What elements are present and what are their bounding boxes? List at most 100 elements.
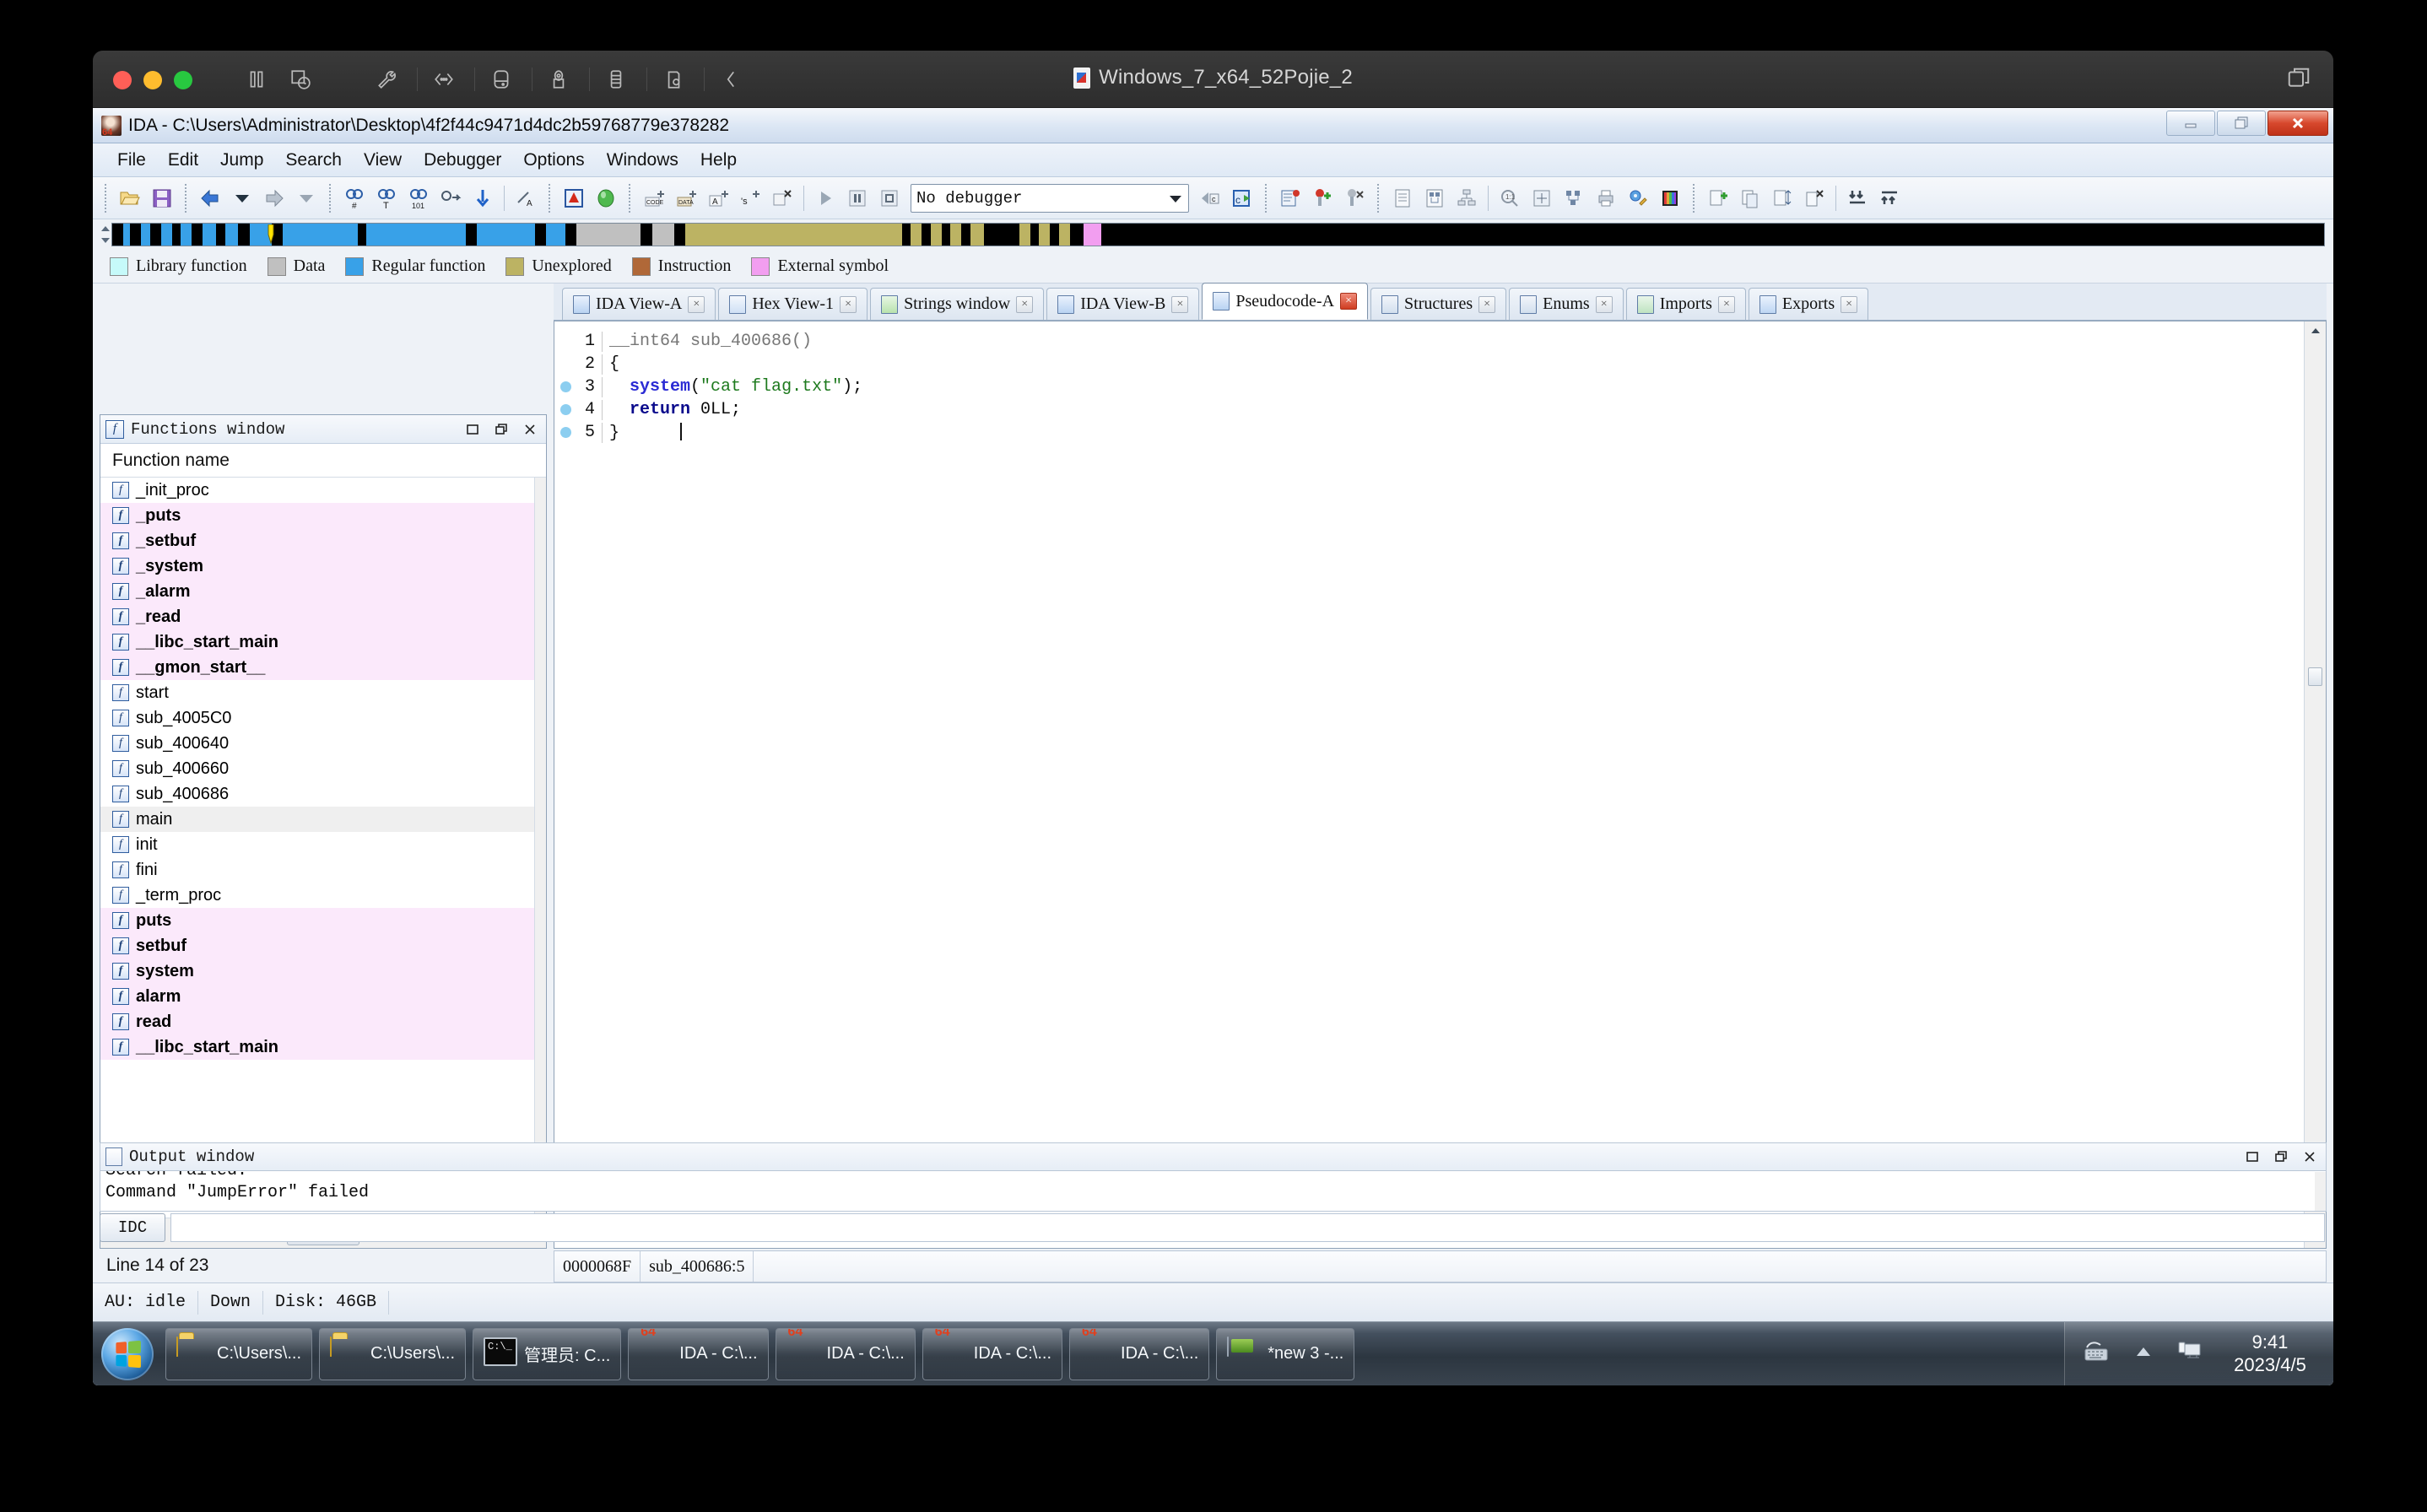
- new-segment-icon[interactable]: [1704, 184, 1732, 213]
- debugger-select[interactable]: No debugger: [911, 183, 1189, 213]
- decompile-run-icon[interactable]: c: [1228, 184, 1257, 213]
- delete-segment-icon[interactable]: [1800, 184, 1829, 213]
- tab-imports[interactable]: Imports ×: [1625, 288, 1746, 320]
- make-code-icon[interactable]: CODE: [640, 184, 668, 213]
- tab-ida-view-a[interactable]: IDA View-A ×: [562, 288, 716, 320]
- function-list-item[interactable]: f _term_proc: [100, 883, 534, 908]
- pseudocode-vertical-scrollbar[interactable]: [2304, 321, 2326, 1248]
- make-ascii-icon[interactable]: A: [704, 184, 732, 213]
- function-list-item[interactable]: f sub_400660: [100, 756, 534, 781]
- remove-breakpoint-icon[interactable]: [1340, 184, 1369, 213]
- warning-icon[interactable]: [559, 184, 588, 213]
- tab-close-icon[interactable]: ×: [1171, 295, 1189, 313]
- close-panel-button[interactable]: [519, 419, 541, 440]
- colors-icon[interactable]: [1656, 184, 1684, 213]
- navigation-band[interactable]: [111, 223, 2325, 246]
- back-dropdown-icon[interactable]: [228, 184, 257, 213]
- fit-window-icon[interactable]: [1527, 184, 1556, 213]
- tab-hex-view-1[interactable]: Hex View-1 ×: [718, 288, 868, 320]
- undefine-icon[interactable]: A: [511, 184, 540, 213]
- function-list-item[interactable]: f __gmon_start__: [100, 655, 534, 680]
- breakpoint-marker-icon[interactable]: [554, 404, 576, 415]
- print-icon[interactable]: [1592, 184, 1620, 213]
- undefine-x-icon[interactable]: [768, 184, 797, 213]
- graph-view-icon[interactable]: [1420, 184, 1449, 213]
- pseudocode-text[interactable]: 1 __int64 sub_400686() 2{3 system("cat fla…: [554, 321, 2304, 1248]
- tab-structures[interactable]: Structures ×: [1370, 288, 1507, 320]
- function-list-item[interactable]: f system: [100, 958, 534, 984]
- clock[interactable]: 9:41 2023/4/5: [2220, 1331, 2320, 1377]
- stop-debugger-icon[interactable]: [875, 184, 904, 213]
- save-icon[interactable]: [148, 184, 176, 213]
- idc-command-input[interactable]: [170, 1213, 2325, 1242]
- function-list-item[interactable]: f read: [100, 1009, 534, 1034]
- expand-all-icon[interactable]: [1875, 184, 1904, 213]
- decompile-c-icon[interactable]: c: [1196, 184, 1224, 213]
- function-list-item[interactable]: f _alarm: [100, 579, 534, 604]
- collapse-all-icon[interactable]: [1843, 184, 1872, 213]
- restore-button[interactable]: [2217, 111, 2266, 136]
- toolbar-grip[interactable]: [1262, 183, 1270, 213]
- add-breakpoint-icon[interactable]: [1308, 184, 1337, 213]
- make-struct-icon[interactable]: 's: [736, 184, 765, 213]
- output-vertical-scrollbar[interactable]: [2315, 1172, 2326, 1211]
- tab-exports[interactable]: Exports ×: [1748, 288, 1869, 320]
- taskbar-task[interactable]: IDA - C:\...: [775, 1327, 916, 1380]
- tab-pseudocode-a[interactable]: Pseudocode-A ×: [1202, 283, 1369, 320]
- network-monitor-icon[interactable]: [2175, 1339, 2203, 1369]
- toolbar-grip[interactable]: [182, 183, 190, 213]
- function-list-item[interactable]: f puts: [100, 908, 534, 933]
- float-panel-button[interactable]: [2270, 1147, 2292, 1167]
- start-button[interactable]: [96, 1326, 159, 1383]
- navband-scroll-arrows[interactable]: [100, 223, 111, 246]
- taskbar-task[interactable]: C:\Users\...: [319, 1327, 467, 1380]
- toolbar-grip[interactable]: [327, 183, 334, 213]
- tab-close-icon[interactable]: ×: [1478, 295, 1496, 313]
- search-binary-icon[interactable]: 101: [404, 184, 433, 213]
- function-list-item[interactable]: f _puts: [100, 503, 534, 528]
- toolbar-grip[interactable]: [102, 183, 110, 213]
- tab-enums[interactable]: Enums ×: [1509, 288, 1624, 320]
- code-line[interactable]: 5}: [554, 421, 2304, 444]
- breakpoint-list-icon[interactable]: [1276, 184, 1305, 213]
- make-data-icon[interactable]: DATA: [672, 184, 700, 213]
- taskbar-task[interactable]: IDA - C:\...: [628, 1327, 769, 1380]
- function-list-item[interactable]: f main: [100, 807, 534, 832]
- idc-mode-button[interactable]: IDC: [100, 1213, 165, 1242]
- function-list-item[interactable]: f _setbuf: [100, 528, 534, 554]
- close-button[interactable]: [2268, 111, 2328, 136]
- menu-item-view[interactable]: View: [353, 148, 413, 173]
- menu-item-help[interactable]: Help: [689, 148, 748, 173]
- function-list-item[interactable]: f fini: [100, 857, 534, 883]
- search-hex-icon[interactable]: #: [340, 184, 369, 213]
- menu-item-jump[interactable]: Jump: [209, 148, 274, 173]
- output-window-log[interactable]: Search failed. Command "JumpError" faile…: [100, 1171, 2327, 1212]
- back-arrow-icon[interactable]: [196, 184, 224, 213]
- copy-segment-icon[interactable]: [1736, 184, 1765, 213]
- menu-item-debugger[interactable]: Debugger: [413, 148, 512, 173]
- function-list-item[interactable]: f __libc_start_main: [100, 1034, 534, 1060]
- function-list-item[interactable]: f start: [100, 680, 534, 705]
- jump-down-icon[interactable]: [468, 184, 497, 213]
- options-icon[interactable]: [1624, 184, 1652, 213]
- function-list-item[interactable]: f sub_400686: [100, 781, 534, 807]
- menu-item-options[interactable]: Options: [512, 148, 595, 173]
- code-line[interactable]: 2{: [554, 353, 2304, 375]
- taskbar-task[interactable]: C:\_ 管理员: C...: [473, 1327, 622, 1380]
- pseudocode-view[interactable]: 1 __int64 sub_400686() 2{3 system("cat fla…: [554, 321, 2327, 1249]
- zoom-icon[interactable]: 1:1: [1495, 184, 1524, 213]
- toolbar-grip[interactable]: [626, 183, 634, 213]
- function-list-item[interactable]: f _system: [100, 554, 534, 579]
- code-line[interactable]: 1 __int64 sub_400686(): [554, 330, 2304, 353]
- tab-close-icon[interactable]: ×: [688, 295, 705, 313]
- close-panel-button[interactable]: [2299, 1147, 2321, 1167]
- tab-strings-window[interactable]: Strings window ×: [870, 288, 1045, 320]
- minimize-button[interactable]: [2166, 111, 2215, 136]
- toolbar-grip[interactable]: [546, 183, 554, 213]
- tab-close-icon[interactable]: ×: [1340, 293, 1358, 310]
- function-list-item[interactable]: f sub_4005C0: [100, 705, 534, 731]
- function-list-item[interactable]: f _init_proc: [100, 478, 534, 503]
- toolbar-grip[interactable]: [1375, 183, 1382, 213]
- menu-item-edit[interactable]: Edit: [157, 148, 209, 173]
- tab-close-icon[interactable]: ×: [1016, 295, 1034, 313]
